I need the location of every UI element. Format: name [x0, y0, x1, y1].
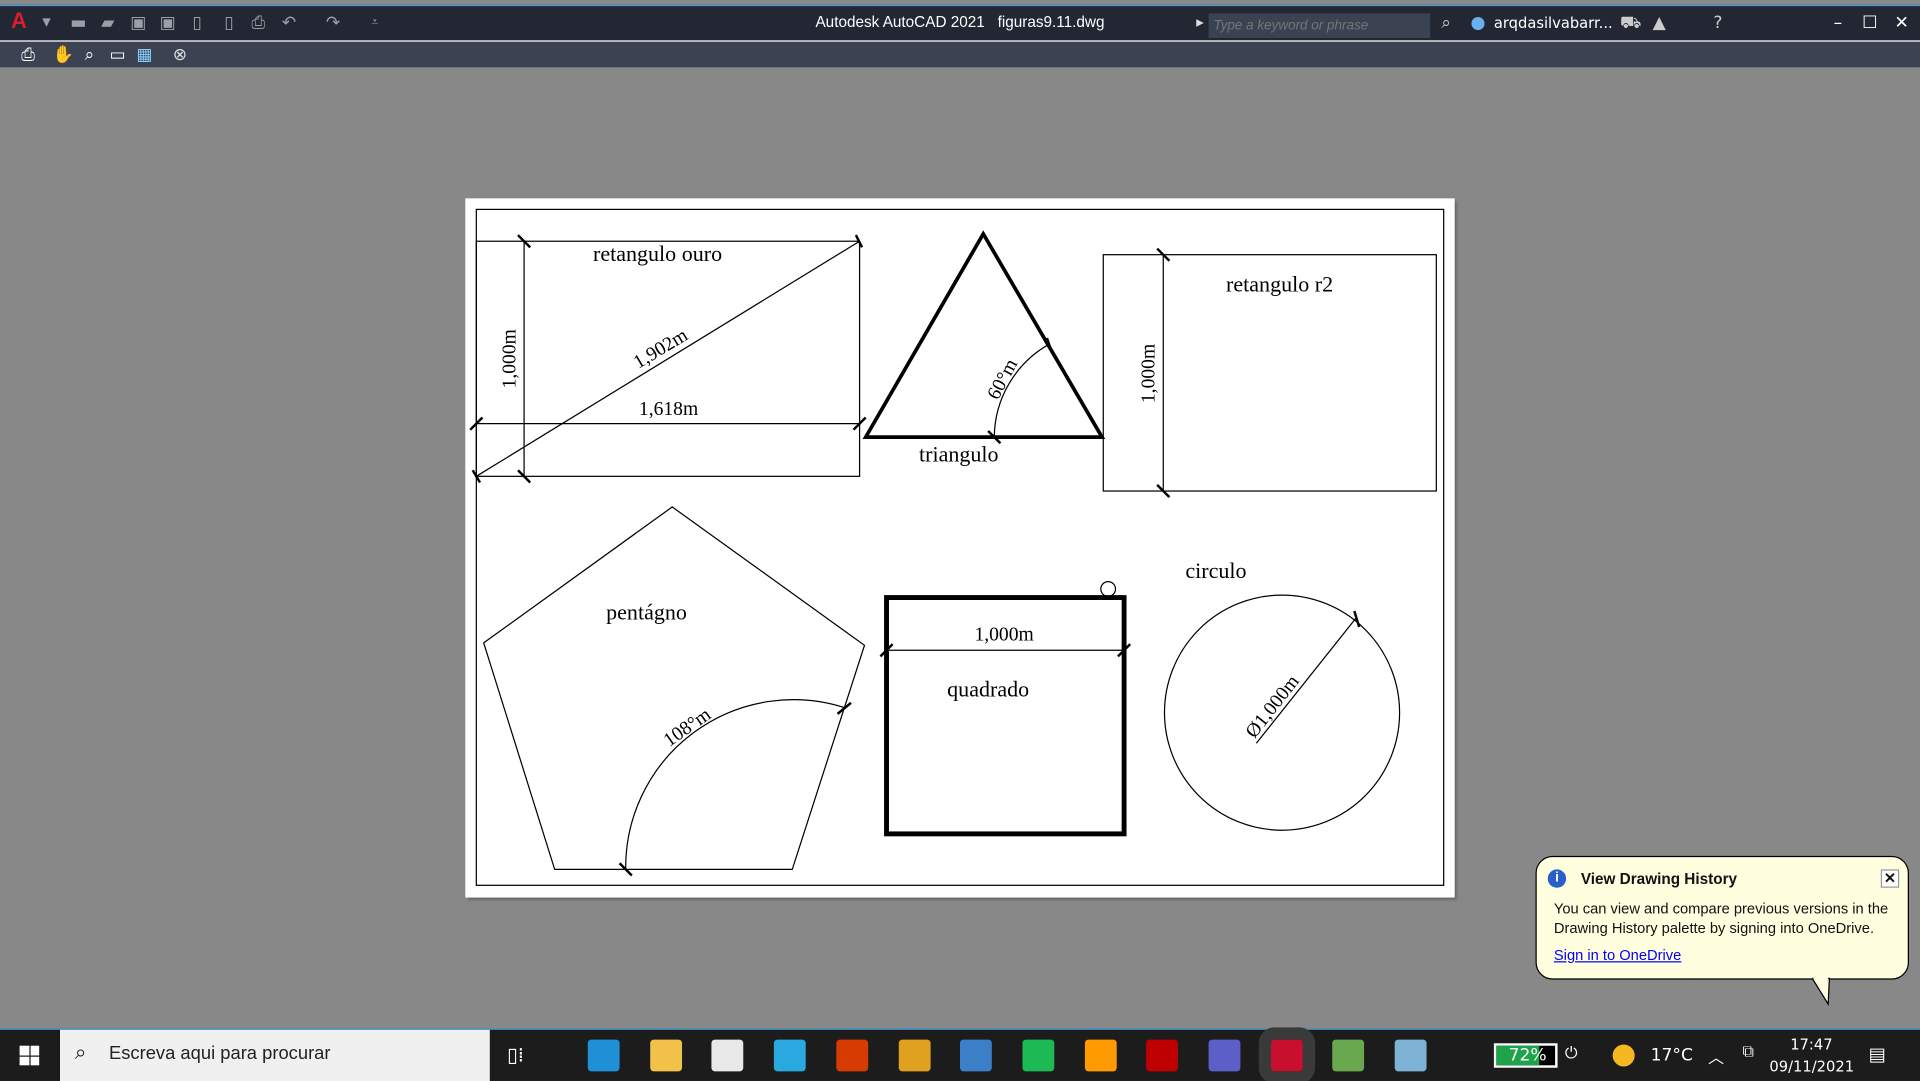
label-diameter: Ø1,000m — [1242, 671, 1304, 742]
network-icon[interactable]: ⧉ — [1742, 1043, 1753, 1061]
taskbar-search-placeholder: Escreva aqui para procurar — [108, 1043, 331, 1065]
taskbar-app-autocad-icon[interactable] — [1258, 1027, 1315, 1081]
notifications-icon[interactable]: ▤ — [1869, 1043, 1886, 1065]
clock-time[interactable]: 17:47 — [1790, 1036, 1832, 1053]
drawing-border — [475, 208, 1445, 886]
triangle — [862, 230, 1106, 439]
taskbar-app-app-icon[interactable] — [1394, 1039, 1427, 1072]
label-angle108: 108°m — [660, 704, 715, 751]
battery-indicator[interactable]: 72% — [1493, 1043, 1558, 1068]
screen: A ▼ ▬ ▰ ▣ ▣ ▯ ▯ ⎙ ↶ ↷ ⩡ Autodesk AutoCAD… — [0, 0, 1920, 1081]
balloon-close-button[interactable]: ✕ — [1880, 869, 1900, 888]
taskbar-search-box[interactable]: ⌕ Escreva aqui para procurar — [60, 1029, 490, 1081]
tray-chevron-up-icon[interactable]: ︿ — [1708, 1044, 1724, 1067]
label-width: 1,618m — [639, 399, 698, 420]
taskbar-app-maps-icon[interactable] — [1332, 1039, 1365, 1072]
windows-start-icon[interactable] — [19, 1045, 40, 1066]
taskbar-app-illustrator-icon[interactable] — [1084, 1039, 1117, 1072]
label-height: 1,000m — [500, 329, 521, 388]
taskbar-app-office-icon[interactable] — [836, 1039, 868, 1072]
taskbar: ⌕ Escreva aqui para procurar ▯⁞ 72% ⏻ 17°… — [0, 1027, 1920, 1081]
balloon-pointer — [1812, 977, 1831, 1007]
drawing-history-balloon: i View Drawing History ✕ You can view an… — [1535, 855, 1909, 980]
label-golden-rect: retangulo ouro — [593, 241, 722, 266]
taskbar-app-teams-icon[interactable] — [1208, 1039, 1241, 1072]
label-square-width: 1,000m — [974, 624, 1033, 645]
battery-percent: 72% — [1508, 1045, 1547, 1066]
info-icon: i — [1547, 869, 1567, 888]
label-angle60: 60°m — [984, 356, 1023, 404]
taskbar-app-photos-icon[interactable] — [960, 1039, 993, 1072]
taskbar-app-chrome-icon[interactable] — [898, 1039, 931, 1072]
pentagon — [482, 506, 866, 871]
balloon-title: View Drawing History — [1580, 870, 1738, 888]
taskbar-app-spotify-icon[interactable] — [1022, 1039, 1055, 1072]
taskbar-app-filezilla-icon[interactable] — [1146, 1039, 1179, 1072]
taskbar-app-edge-icon[interactable] — [587, 1039, 620, 1072]
balloon-body: You can view and compare previous versio… — [1553, 900, 1889, 937]
label-r2-height: 1,000m — [1139, 344, 1160, 403]
circle — [1163, 594, 1401, 831]
system-tray: 72% ⏻ 17°C ︿ ⧉ 17:47 09/11/2021 ▤ — [1491, 1030, 1920, 1081]
angle-108-arc — [625, 699, 846, 870]
clock-date[interactable]: 09/11/2021 — [1769, 1058, 1854, 1075]
plug-icon: ⏻ — [1564, 1044, 1578, 1063]
taskbar-app-file-explorer-icon[interactable] — [649, 1039, 682, 1072]
label-square: quadrado — [947, 677, 1029, 702]
label-triangle: triangulo — [919, 442, 999, 467]
label-pentagon: pentágno — [606, 600, 687, 625]
weather-icon[interactable] — [1612, 1044, 1635, 1067]
label-diagonal: 1,902m — [630, 325, 692, 374]
taskbar-app-l-app-icon[interactable] — [773, 1039, 806, 1072]
sign-in-onedrive-link[interactable]: Sign in to OneDrive — [1554, 947, 1681, 964]
label-circle: circulo — [1185, 558, 1246, 583]
task-view-icon[interactable]: ▯⁞ — [507, 1043, 524, 1066]
temperature[interactable]: 17°C — [1651, 1046, 1693, 1066]
taskbar-app-store-icon[interactable] — [711, 1039, 744, 1072]
golden-diagonal — [476, 240, 860, 477]
cursor-magnifier — [1100, 581, 1117, 597]
search-icon: ⌕ — [74, 1040, 87, 1065]
label-rect-r2: retangulo r2 — [1226, 271, 1333, 296]
